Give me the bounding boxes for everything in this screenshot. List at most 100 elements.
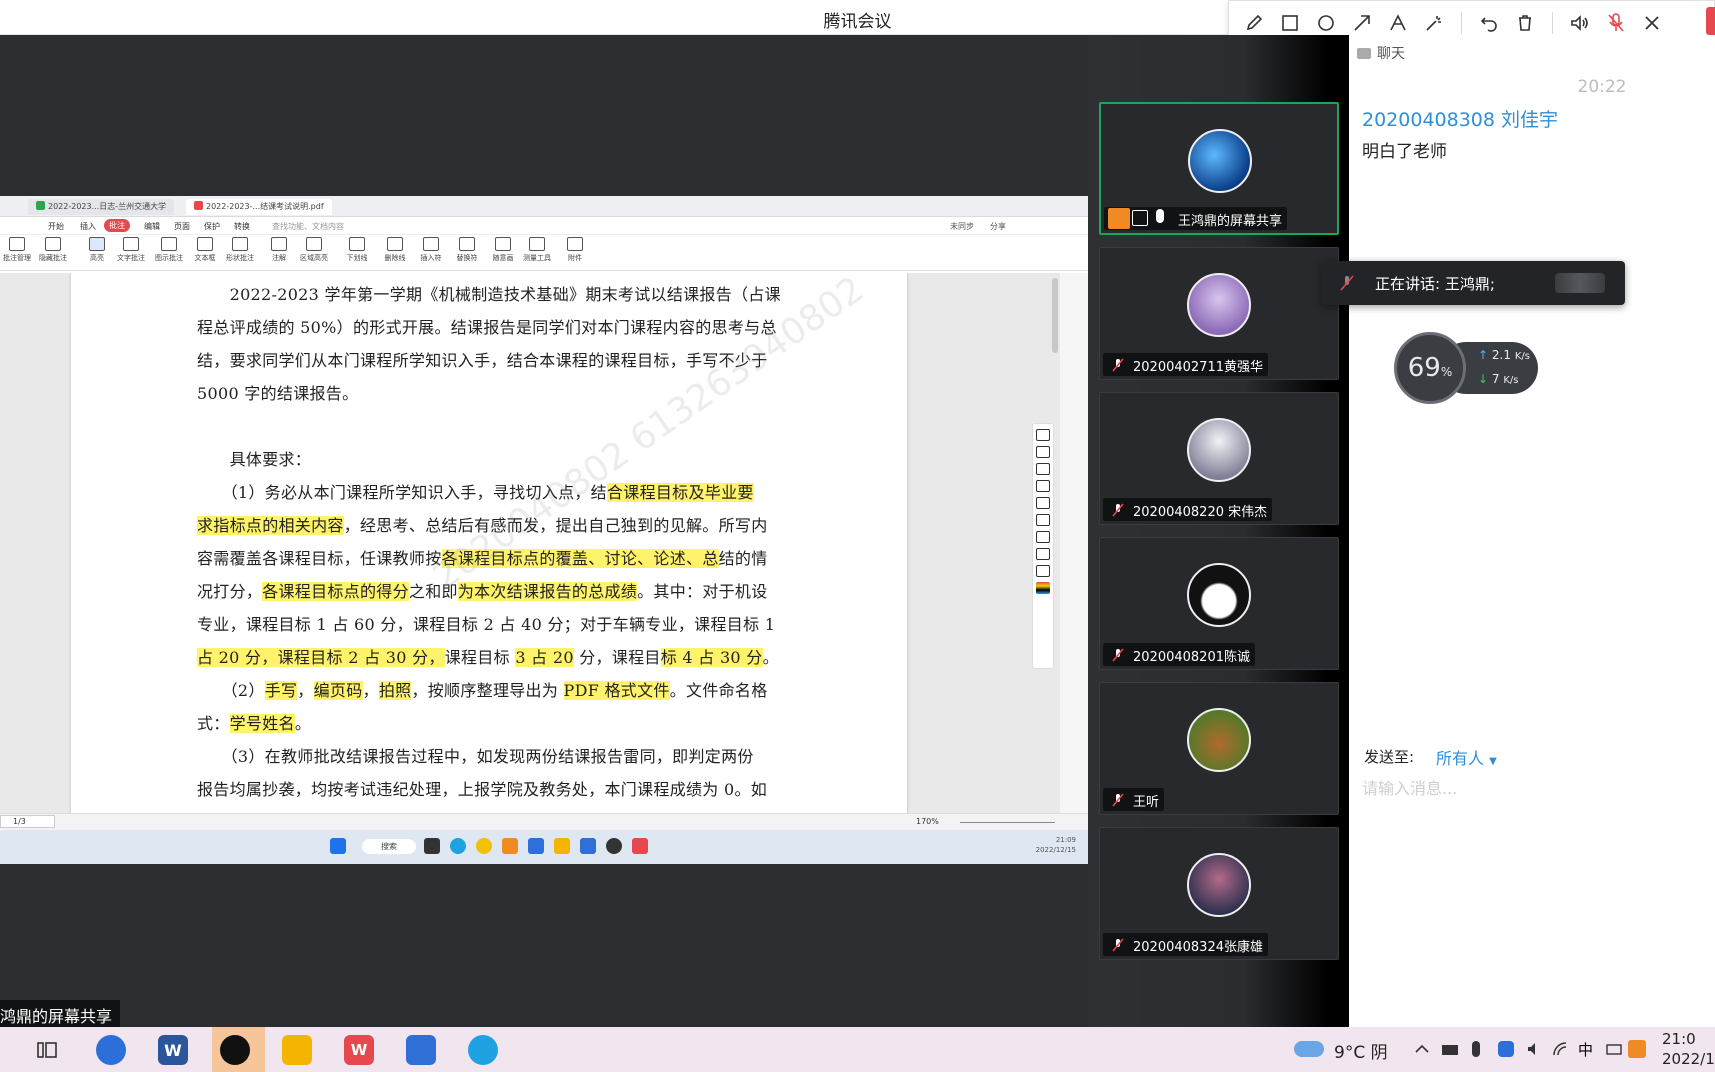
- whiteboard-icon[interactable]: [406, 1035, 436, 1065]
- circle-icon[interactable]: [1311, 8, 1341, 38]
- app-icon[interactable]: [580, 838, 596, 854]
- keyboard-icon[interactable]: [1606, 1041, 1622, 1057]
- participant-tile[interactable]: 20200408201陈诚: [1099, 537, 1339, 670]
- menu-item-edit[interactable]: 编辑: [144, 221, 160, 232]
- edge-icon[interactable]: [468, 1035, 498, 1065]
- text-icon[interactable]: [1383, 8, 1413, 38]
- chat-sender[interactable]: 20200408308 刘佳宇: [1362, 105, 1558, 132]
- record-indicator[interactable]: [1706, 7, 1715, 35]
- send-to-dropdown[interactable]: 所有人 ▼: [1436, 745, 1497, 769]
- word-icon[interactable]: W: [158, 1035, 188, 1065]
- ribbon-label: 隐藏批注: [39, 254, 67, 262]
- eye-icon[interactable]: [1036, 429, 1050, 441]
- ribbon-button[interactable]: 下划线: [340, 237, 374, 263]
- ribbon-button[interactable]: 插入符: [414, 237, 448, 263]
- participant-name: 20200408201陈诚: [1103, 643, 1255, 666]
- ribbon-button[interactable]: 图示批注: [152, 237, 186, 263]
- menu-item-page[interactable]: 页面: [174, 221, 190, 232]
- menu-item-start[interactable]: 开始: [48, 221, 64, 232]
- ribbon-button[interactable]: 隐藏批注: [36, 237, 70, 263]
- participant-tile[interactable]: 20200408324张康雄: [1099, 827, 1339, 960]
- tab-document-2[interactable]: 2022-2023-...结课考试说明.pdf: [186, 199, 332, 215]
- ribbon-button[interactable]: 形状批注: [223, 237, 257, 263]
- clipboard-icon[interactable]: [1036, 565, 1050, 577]
- shield-icon[interactable]: [1498, 1041, 1514, 1057]
- windows-start-icon[interactable]: [330, 838, 346, 854]
- ribbon-button[interactable]: 注解: [262, 237, 296, 263]
- color-palette-icon[interactable]: [1036, 582, 1050, 594]
- document-viewport[interactable]: 2020040802 613263940802 2022-2023 学年第一学期…: [0, 273, 1060, 813]
- qq-icon[interactable]: [220, 1035, 250, 1065]
- menu-item-protect[interactable]: 保护: [204, 221, 220, 232]
- search-input[interactable]: 查找功能、文档内容: [272, 221, 344, 232]
- document-line: 专业，课程目标 1 占 60 分，课程目标 2 占 40 分；对于车辆专业，课程…: [197, 608, 779, 641]
- participant-tile[interactable]: 20200402711黄强华: [1099, 247, 1339, 380]
- trash-icon[interactable]: [1036, 514, 1050, 526]
- search-box[interactable]: 搜索: [362, 839, 416, 854]
- tab-document-1[interactable]: 2022-2023...日志-兰州交通大学: [28, 199, 175, 215]
- ribbon-button[interactable]: 文本框: [188, 237, 222, 263]
- speaker-icon[interactable]: [1565, 8, 1595, 38]
- share-button[interactable]: 分享: [990, 221, 1006, 232]
- trash-icon[interactable]: [1510, 8, 1540, 38]
- ribbon-button[interactable]: 文字批注: [114, 237, 148, 263]
- vertical-scrollbar[interactable]: [1052, 278, 1058, 353]
- menu-item-insert[interactable]: 插入: [80, 221, 96, 232]
- screen-icon[interactable]: [1036, 531, 1050, 543]
- ribbon-button[interactable]: 删除线: [378, 237, 412, 263]
- pencil-icon[interactable]: [1239, 8, 1269, 38]
- folder-icon[interactable]: [282, 1035, 312, 1065]
- folder-icon[interactable]: [554, 838, 570, 854]
- network-monitor-widget[interactable]: ↑ 2.1 K/s ↓ 7 K/s 69%: [1394, 332, 1544, 404]
- app-icon[interactable]: [502, 838, 518, 854]
- task-view-icon[interactable]: [424, 838, 440, 854]
- chevron-up-icon[interactable]: [1414, 1041, 1430, 1057]
- chat-input[interactable]: 请输入消息...: [1362, 775, 1457, 799]
- menu-item-convert[interactable]: 转换: [234, 221, 250, 232]
- microphone-icon[interactable]: [1472, 1041, 1480, 1057]
- ribbon-button[interactable]: 随意画: [486, 237, 520, 263]
- arrow-icon[interactable]: [1347, 8, 1377, 38]
- highlighted-text: 标 4 占 30 分: [660, 648, 763, 667]
- wifi-icon[interactable]: [1552, 1041, 1568, 1057]
- system-clock[interactable]: 21:0 2022/1: [1662, 1029, 1715, 1069]
- camera-app-icon[interactable]: [96, 1035, 126, 1065]
- close-icon[interactable]: [1637, 8, 1667, 38]
- sync-status[interactable]: 未同步: [950, 221, 974, 232]
- zoom-level[interactable]: 170%: [916, 817, 939, 826]
- participant-tile[interactable]: 王听: [1099, 682, 1339, 815]
- task-view-icon[interactable]: [32, 1035, 62, 1065]
- ribbon-button[interactable]: 高亮: [80, 237, 114, 263]
- volume-icon[interactable]: [1526, 1041, 1542, 1057]
- wps-status-bar: 1/3 170%: [0, 813, 1088, 830]
- menu-item-comment[interactable]: 批注: [104, 219, 130, 232]
- wps-icon[interactable]: W: [344, 1035, 374, 1065]
- pen-icon[interactable]: [1036, 463, 1050, 475]
- page-indicator[interactable]: 1/3: [0, 815, 55, 828]
- undo-icon[interactable]: [1474, 8, 1504, 38]
- battery-icon[interactable]: [1442, 1045, 1458, 1055]
- magic-wand-icon[interactable]: [1419, 8, 1449, 38]
- rectangle-icon[interactable]: [1275, 8, 1305, 38]
- pointer-icon[interactable]: [1036, 446, 1050, 458]
- edge-icon[interactable]: [450, 838, 466, 854]
- eraser-icon[interactable]: [1036, 480, 1050, 492]
- ribbon-button[interactable]: 区域高亮: [297, 237, 331, 263]
- app-icon[interactable]: [528, 838, 544, 854]
- ime-indicator[interactable]: 中: [1578, 1039, 1598, 1059]
- participant-tile[interactable]: 20200408220 宋伟杰: [1099, 392, 1339, 525]
- weather-widget[interactable]: 9°C 阴: [1334, 1038, 1388, 1063]
- ribbon-button[interactable]: 批注管理: [0, 237, 34, 263]
- ribbon-button[interactable]: 附件: [558, 237, 592, 263]
- mic-muted-icon[interactable]: [1601, 8, 1631, 38]
- participant-tile[interactable]: 王鸿鼎的屏幕共享: [1099, 102, 1339, 235]
- sogou-icon[interactable]: [1628, 1040, 1646, 1058]
- ribbon-button[interactable]: 替换符: [450, 237, 484, 263]
- camera-icon[interactable]: [1036, 548, 1050, 560]
- ribbon-button[interactable]: 测量工具: [520, 237, 554, 263]
- undo-icon[interactable]: [1036, 497, 1050, 509]
- zoom-slider[interactable]: [960, 822, 1055, 823]
- chrome-icon[interactable]: [476, 838, 492, 854]
- wps-icon[interactable]: [632, 838, 648, 854]
- qq-icon[interactable]: [606, 838, 622, 854]
